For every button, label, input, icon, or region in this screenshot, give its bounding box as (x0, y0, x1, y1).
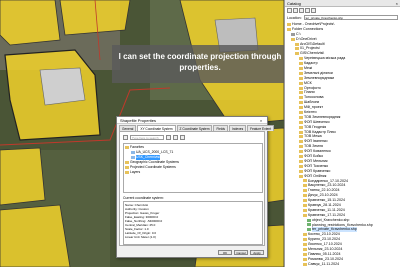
detail-line: Linear Unit: Meter (1.0) (125, 235, 156, 239)
view-options-icon[interactable] (311, 8, 316, 13)
apply-button[interactable]: Apply (250, 250, 264, 255)
folder-icon (295, 42, 299, 46)
map-view[interactable]: I can set the coordinate projection thro… (0, 0, 284, 267)
folder-icon (299, 91, 303, 95)
close-icon[interactable]: × (258, 118, 264, 123)
folder-icon (303, 252, 307, 256)
current-system-label: Current coordinate system: (123, 196, 164, 200)
dialog-toolbar: Type here to search (123, 135, 185, 140)
dialog-tabs: General XY Coordinate System Z Coordinat… (117, 124, 275, 131)
cancel-button[interactable]: Cancel (234, 250, 248, 255)
folder-icon (299, 76, 303, 80)
folder-icon (303, 199, 307, 202)
folder-icon (299, 145, 303, 149)
location-input[interactable]: ter_private_Kravchenko.shp (303, 15, 398, 20)
folder-icon (299, 115, 303, 119)
current-system-details: Name: Chernivtsi Authority: Custom Proje… (123, 201, 263, 245)
up-folder-icon[interactable] (293, 8, 298, 13)
folder-icon (299, 110, 303, 114)
folder-icon (299, 101, 303, 105)
folder-icon (299, 159, 303, 163)
catalog-titlebar[interactable]: Catalog × (285, 0, 400, 7)
folder-icon (291, 32, 295, 36)
folder-icon (125, 146, 129, 149)
folder-icon (299, 140, 303, 144)
dialog-body: Type here to search Favorites UA_UCS_200… (119, 131, 265, 246)
folder-icon (299, 96, 303, 100)
folder-icon (303, 189, 307, 193)
folder-icon (299, 71, 303, 75)
folder-icon (303, 247, 307, 251)
shapefile-icon (307, 223, 311, 227)
folder-icon (299, 150, 303, 154)
folder-icon (303, 257, 307, 261)
location-label: Location: (287, 15, 302, 20)
folder-icon (299, 120, 303, 124)
folder-icon (303, 184, 307, 188)
callout-line-2: properties. (179, 63, 221, 72)
catalog-location-bar: Location: ter_private_Kravchenko.shp (285, 14, 400, 21)
tooltip-callout: I can set the coordinate projection thro… (112, 45, 284, 83)
folder-icon (299, 86, 303, 90)
folder-icon (299, 57, 303, 61)
folder-icon (299, 125, 303, 129)
folder-icon (295, 47, 299, 51)
folder-icon (299, 164, 303, 168)
dialog-titlebar[interactable]: Shapefile Properties × (117, 117, 267, 124)
folder-icon (303, 238, 307, 242)
search-input[interactable]: Type here to search (130, 135, 164, 140)
shapefile-properties-dialog: Shapefile Properties × General XY Coordi… (116, 116, 275, 258)
folder-icon (299, 81, 303, 85)
folder-icon (125, 161, 129, 164)
folder-icon (299, 169, 303, 173)
catalog-panel: Catalog × Location: ter_private_Kravchen… (284, 0, 400, 267)
ok-button[interactable]: OK (218, 250, 232, 255)
folder-icon (299, 62, 303, 66)
shapefile-icon (307, 218, 311, 222)
close-icon[interactable]: × (396, 1, 398, 6)
tree-item-label: Layers (130, 170, 141, 174)
search-icon[interactable] (166, 135, 171, 140)
filter-icon[interactable] (123, 135, 128, 140)
globe-icon (131, 151, 135, 154)
folder-icon (299, 130, 303, 134)
folder-icon (299, 154, 303, 158)
folder-icon (303, 262, 307, 266)
folder-icon (303, 203, 307, 207)
catalog-toolbar (285, 7, 400, 14)
back-arrow-icon[interactable] (287, 8, 292, 13)
add-icon[interactable] (180, 135, 185, 140)
dialog-title: Shapefile Properties (120, 118, 157, 123)
catalog-tree: Home - Onedrive\Projects\ Folder Connecti… (285, 21, 400, 267)
folder-icon (303, 233, 307, 237)
folder-icon (295, 52, 299, 56)
folder-icon (287, 22, 291, 26)
folder-icon (303, 243, 307, 247)
globe-icon[interactable] (173, 135, 178, 140)
home-icon[interactable] (299, 8, 304, 13)
folder-icon (125, 166, 129, 169)
catalog-title: Catalog (287, 1, 301, 6)
connect-folder-icon[interactable] (305, 8, 310, 13)
folder-icon (299, 106, 303, 110)
tree-item-layers[interactable]: Layers (125, 170, 261, 175)
folder-icon (287, 27, 291, 31)
folder-icon (291, 37, 295, 41)
dialog-buttons: OK Cancel Apply (218, 250, 264, 255)
shapefile-icon (307, 228, 311, 232)
coordinate-system-tree: Favorites UA_UCS_2000_LCS_71 USK_Cherniv… (123, 143, 263, 193)
folder-icon (299, 135, 303, 139)
folder-icon (303, 213, 307, 217)
globe-icon (131, 156, 135, 159)
folder-icon (125, 171, 129, 174)
folder-icon (303, 194, 307, 198)
folder-icon (299, 174, 303, 178)
folder-icon (299, 66, 303, 70)
callout-line-1: I can set the coordinate projection thro… (118, 52, 282, 61)
folder-icon (303, 179, 307, 183)
folder-icon (303, 208, 307, 212)
